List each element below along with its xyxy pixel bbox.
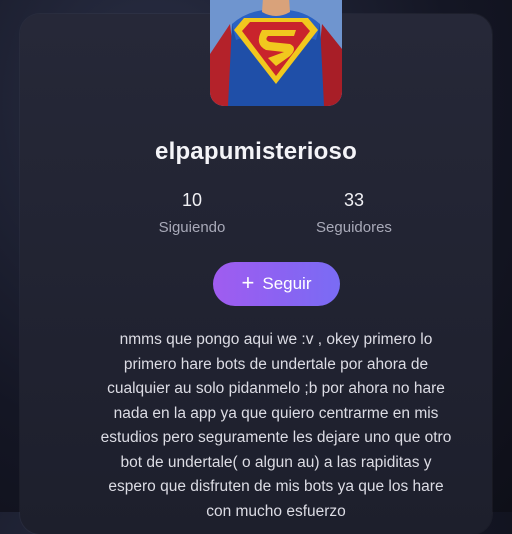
followers-stat[interactable]: 33 Seguidores	[294, 190, 414, 236]
profile-card: elpapumisterioso 10 Siguiendo 33 Seguido…	[20, 0, 492, 534]
following-count: 10	[181, 190, 203, 210]
followers-count: 33	[343, 190, 365, 210]
username: elpapumisterioso	[155, 138, 357, 165]
superman-avatar-icon[interactable]	[210, 0, 342, 106]
profile-bio: nmms que pongo aqui we :v , okey primero…	[100, 331, 452, 520]
followers-label: Seguidores	[316, 219, 392, 236]
follow-button[interactable]: + Seguir	[213, 262, 340, 306]
following-stat[interactable]: 10 Siguiendo	[132, 190, 252, 236]
following-label: Siguiendo	[158, 219, 226, 236]
follow-button-label: Seguir	[262, 274, 312, 293]
plus-icon: +	[241, 270, 255, 295]
